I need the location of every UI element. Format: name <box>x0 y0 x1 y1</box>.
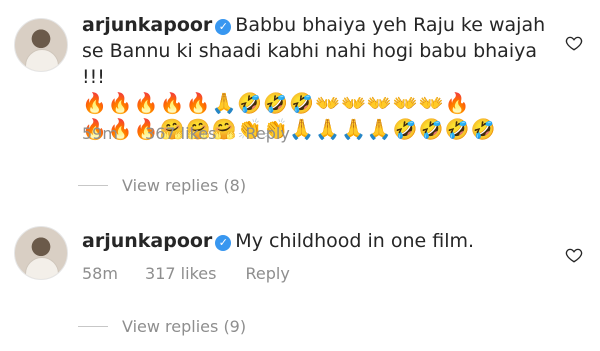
comment-username[interactable]: arjunkapoor <box>82 230 212 252</box>
reply-button[interactable]: Reply <box>246 264 290 283</box>
comment-timestamp: 59m <box>82 124 118 143</box>
comment-body: arjunkapoor ✓ My childhood in one film. <box>82 228 550 254</box>
reply-button[interactable]: Reply <box>246 124 290 143</box>
view-replies-toggle[interactable]: View replies (8) <box>78 176 246 195</box>
view-replies-toggle[interactable]: View replies (9) <box>78 317 246 336</box>
comment-meta: 59m 367 likes Reply <box>82 124 312 143</box>
comment-text: My childhood in one film. <box>235 230 475 252</box>
comment-username[interactable]: arjunkapoor <box>82 14 212 36</box>
verified-badge-icon: ✓ <box>215 19 232 35</box>
like-count[interactable]: 367 likes <box>145 124 216 143</box>
comment-timestamp: 58m <box>82 264 118 283</box>
heart-icon[interactable] <box>565 34 583 52</box>
comment-meta: 58m 317 likes Reply <box>82 264 312 283</box>
view-replies-label[interactable]: View replies (9) <box>122 317 246 336</box>
view-replies-label[interactable]: View replies (8) <box>122 176 246 195</box>
divider <box>78 185 108 186</box>
heart-icon[interactable] <box>565 246 583 264</box>
divider <box>78 326 108 327</box>
comment-body: arjunkapoor ✓ Babbu bhaiya yeh Raju ke waj… <box>82 12 550 142</box>
like-count[interactable]: 317 likes <box>145 264 216 283</box>
avatar[interactable] <box>14 18 68 72</box>
verified-badge-icon: ✓ <box>215 235 232 251</box>
comment-emoji-line: 🔥🔥🔥🔥🔥🙏🤣🤣🤣👐👐👐👐👐🔥 <box>82 91 471 115</box>
avatar[interactable] <box>14 226 68 280</box>
